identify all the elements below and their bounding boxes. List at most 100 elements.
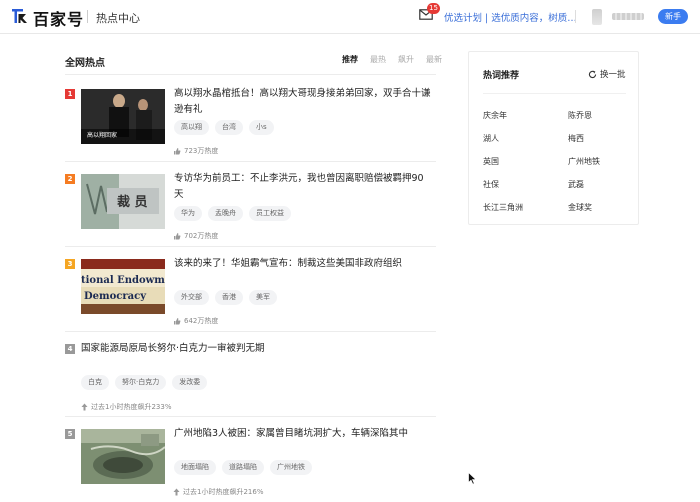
keyword-link[interactable]: 长江三角洲 xyxy=(483,202,523,213)
news-thumbnail[interactable] xyxy=(81,429,165,484)
thumbnail-image-icon: tional Endowm Democracy xyxy=(81,259,165,314)
tag-list: 地面塌陷 道路塌陷 广州地铁 xyxy=(174,460,312,475)
news-thumbnail[interactable]: 高以翔回家 xyxy=(81,89,165,144)
mouse-cursor-icon xyxy=(468,472,477,485)
thumbs-up-icon xyxy=(174,233,181,240)
keyword-link[interactable]: 陈乔恩 xyxy=(568,110,592,121)
notification-badge: 15 xyxy=(427,3,440,14)
heat-value: 642万热度 xyxy=(184,317,219,325)
tag[interactable]: 地面塌陷 xyxy=(174,460,216,475)
news-title-line: 天 xyxy=(174,189,184,200)
header-divider xyxy=(87,10,88,23)
news-thumbnail[interactable]: 裁 员 xyxy=(81,174,165,229)
keyword-link[interactable]: 金球奖 xyxy=(568,202,592,213)
heat-indicator: 702万热度 xyxy=(173,231,218,241)
rank-badge: 5 xyxy=(65,429,75,439)
keyword-link[interactable]: 社保 xyxy=(483,179,499,190)
card-divider xyxy=(483,93,626,94)
news-title[interactable]: 该来的来了！华姐霸气宣布：制裁这些美国非政府组织 xyxy=(174,256,436,272)
sort-tabs: 推荐 最热 飙升 最新 xyxy=(342,54,442,65)
news-title-line: 广州地陷3人被困：家属曾目睹坑洞扩大，车辆深陷其中 xyxy=(174,428,409,439)
heat-indicator: 642万热度 xyxy=(173,316,218,326)
tag-list: 白克 努尔·白克力 发改委 xyxy=(81,375,208,390)
hot-keywords-card: 热词推荐 换一批 庆余年 陈乔恩 湖人 梅西 英国 广州地铁 社保 武磊 长江三… xyxy=(468,51,639,225)
tab-newest[interactable]: 最新 xyxy=(426,54,442,65)
thumbs-up-icon xyxy=(174,148,181,155)
tag[interactable]: 发改委 xyxy=(172,375,208,390)
tag-list: 华为 孟晚舟 员工权益 xyxy=(174,206,291,221)
heat-value: 723万热度 xyxy=(184,147,219,155)
newbie-guide-button[interactable]: 新手 xyxy=(658,9,688,24)
user-divider xyxy=(575,10,576,23)
news-title[interactable]: 专访华为前员工：不止李洪元，我也曾因离职赔偿被羁押90 天 xyxy=(174,171,436,203)
tag[interactable]: 广州地铁 xyxy=(270,460,312,475)
news-title[interactable]: 高以翔水晶棺抵台！高以翔大哥现身接弟弟回家，双手合十谦 逊有礼 xyxy=(174,86,436,118)
tag-list: 外交部 香港 美军 xyxy=(174,290,277,305)
refresh-icon xyxy=(588,70,597,78)
tag[interactable]: 孟晚舟 xyxy=(208,206,243,221)
refresh-label: 换一批 xyxy=(600,70,626,80)
rank-badge: 1 xyxy=(65,89,75,99)
list-item[interactable]: 5 广州地陷3人被困：家属曾目睹坑洞扩大，车辆深陷其中 地面塌陷 道路塌陷 广州… xyxy=(65,426,436,501)
thumbs-up-icon xyxy=(174,318,181,325)
list-divider xyxy=(65,74,436,75)
tag[interactable]: 台湾 xyxy=(215,120,243,135)
tag[interactable]: 白克 xyxy=(81,375,109,390)
section-title: 全网热点 xyxy=(65,58,105,69)
keyword-link[interactable]: 庆余年 xyxy=(483,110,507,121)
news-title-line: 高以翔水晶棺抵台！高以翔大哥现身接弟弟回家，双手合十谦 xyxy=(174,88,431,99)
list-item[interactable]: 1 高以翔回家 高以翔水晶棺抵台！高以翔大哥现身接弟弟回家，双手合十谦 逊有礼 … xyxy=(65,86,436,161)
list-divider xyxy=(65,416,436,417)
news-title[interactable]: 广州地陷3人被困：家属曾目睹坑洞扩大，车辆深陷其中 xyxy=(174,426,436,442)
list-item[interactable]: 4 国家能源局原局长努尔·白克力一审被判无期 白克 努尔·白克力 发改委 过去1… xyxy=(65,341,436,416)
news-title[interactable]: 国家能源局原局长努尔·白克力一审被判无期 xyxy=(81,341,436,357)
tag[interactable]: 小s xyxy=(249,120,274,135)
news-thumbnail[interactable]: tional Endowm Democracy xyxy=(81,259,165,314)
tab-hottest[interactable]: 最热 xyxy=(370,54,386,65)
list-item[interactable]: 3 tional Endowm Democracy 该来的来了！华姐霸气宣布：制… xyxy=(65,256,436,331)
logo-text[interactable]: 百家号 xyxy=(33,6,84,30)
avatar[interactable] xyxy=(592,9,602,25)
tag[interactable]: 高以翔 xyxy=(174,120,209,135)
username-blurred[interactable] xyxy=(612,13,644,20)
tab-recommend[interactable]: 推荐 xyxy=(342,54,358,65)
tag[interactable]: 努尔·白克力 xyxy=(115,375,167,390)
baijiahao-logo-icon[interactable] xyxy=(10,6,30,26)
heat-value: 过去1小时热度飙升216% xyxy=(183,488,264,496)
news-title-line: 逊有礼 xyxy=(174,104,203,115)
thumbnail-caption: 高以翔回家 xyxy=(87,131,117,139)
heat-indicator: 过去1小时热度飙升216% xyxy=(173,487,263,497)
list-item[interactable]: 2 裁 员 专访华为前员工：不止李洪元，我也曾因离职赔偿被羁押90 天 华为 孟… xyxy=(65,171,436,246)
keyword-link[interactable]: 英国 xyxy=(483,156,499,167)
thumbnail-image-icon: 裁 员 xyxy=(81,174,165,229)
keyword-link[interactable]: 梅西 xyxy=(568,133,584,144)
tag[interactable]: 华为 xyxy=(174,206,202,221)
list-divider xyxy=(65,246,436,247)
heat-value: 过去1小时热度飙升233% xyxy=(91,403,172,411)
page-title: 热点中心 xyxy=(96,12,140,25)
tag-list: 高以翔 台湾 小s xyxy=(174,120,274,135)
tag[interactable]: 员工权益 xyxy=(249,206,291,221)
heat-indicator: 过去1小时热度飙升233% xyxy=(81,402,171,412)
list-divider xyxy=(65,161,436,162)
thumbnail-caption: tional Endowm xyxy=(81,275,165,286)
keyword-link[interactable]: 湖人 xyxy=(483,133,499,144)
tag[interactable]: 美军 xyxy=(249,290,277,305)
tag[interactable]: 外交部 xyxy=(174,290,209,305)
heat-indicator: 723万热度 xyxy=(173,146,218,156)
news-title-line: 专访华为前员工：不止李洪元，我也曾因离职赔偿被羁押90 xyxy=(174,173,424,184)
card-title: 热词推荐 xyxy=(483,71,520,81)
arrow-up-icon xyxy=(173,488,180,496)
thumbnail-caption: Democracy xyxy=(84,291,147,302)
keyword-link[interactable]: 武磊 xyxy=(568,179,584,190)
rank-badge: 4 xyxy=(65,344,75,354)
arrow-up-icon xyxy=(81,403,88,411)
news-title-line: 该来的来了！华姐霸气宣布：制裁这些美国非政府组织 xyxy=(174,258,403,269)
refresh-button[interactable]: 换一批 xyxy=(588,68,626,80)
rank-badge: 2 xyxy=(65,174,75,184)
tag[interactable]: 道路塌陷 xyxy=(222,460,264,475)
tab-rising[interactable]: 飙升 xyxy=(398,54,414,65)
promo-link[interactable]: 优选计划 | 选优质内容，树质… xyxy=(444,10,577,24)
tag[interactable]: 香港 xyxy=(215,290,243,305)
keyword-link[interactable]: 广州地铁 xyxy=(568,156,600,167)
